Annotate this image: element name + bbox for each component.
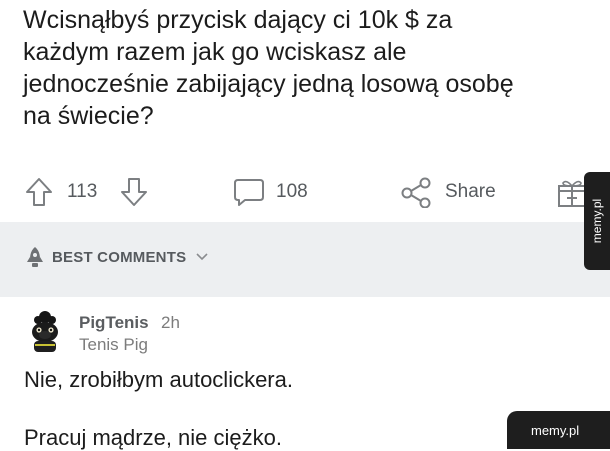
side-watermark-text: memy.pl — [590, 198, 604, 244]
side-watermark: memy.pl — [584, 172, 610, 270]
sort-label: BEST COMMENTS — [52, 248, 187, 266]
share-label: Share — [445, 181, 496, 202]
share-button[interactable]: Share — [400, 170, 496, 214]
vote-count: 113 — [67, 170, 97, 214]
pig-avatar-icon — [22, 308, 68, 354]
comment-text-line: Pracuj mądrze, nie ciężko. — [24, 425, 282, 450]
vote-count-value: 113 — [67, 181, 98, 202]
comment-username[interactable]: PigTenis — [79, 313, 149, 333]
rocket-icon — [27, 247, 43, 267]
comment-timestamp: 2h — [161, 313, 180, 332]
bottom-watermark: memy.pl — [507, 411, 610, 449]
post-action-bar: 113 108 Share — [0, 170, 610, 214]
upvote-arrow-icon[interactable] — [24, 176, 54, 208]
downvote-button[interactable] — [119, 170, 149, 214]
chevron-down-icon — [196, 253, 208, 261]
avatar[interactable] — [22, 308, 68, 354]
downvote-arrow-icon[interactable] — [119, 176, 149, 208]
comment-sort-dropdown[interactable]: BEST COMMENTS — [26, 246, 208, 268]
bottom-watermark-text: memy.pl — [531, 423, 580, 438]
share-icon — [401, 177, 431, 208]
comment-text-line: Nie, zrobiłbym autoclickera. — [24, 367, 293, 392]
comment-bubble-icon — [234, 179, 264, 206]
post-title: Wcisnąłbyś przycisk dający ci 10k $ za k… — [23, 6, 514, 130]
gift-icon — [558, 180, 586, 207]
comments-button[interactable]: 108 — [232, 170, 308, 214]
comment-count: 108 — [276, 181, 308, 202]
user-flair: Tenis Pig — [79, 335, 148, 354]
award-button[interactable] — [557, 170, 587, 214]
upvote-button[interactable] — [24, 170, 54, 214]
